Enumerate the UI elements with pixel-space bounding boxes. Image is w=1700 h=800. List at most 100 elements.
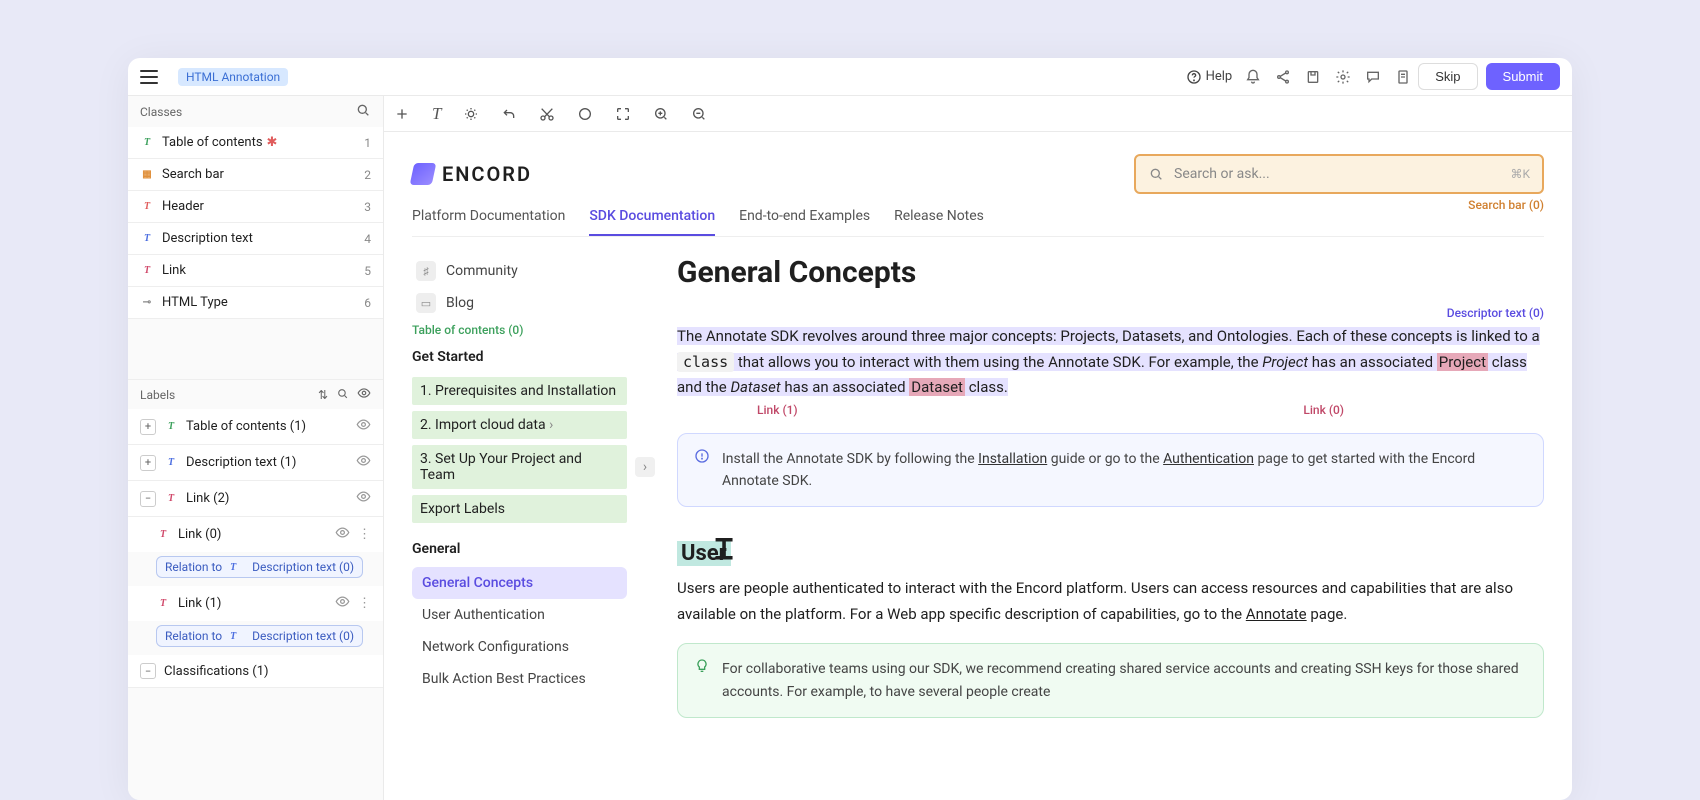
relation-chip[interactable]: Relation to T Description text (0) [156, 556, 363, 578]
logo-mark-icon [410, 163, 437, 185]
eye-icon[interactable] [335, 525, 350, 544]
zoom-in-icon[interactable] [653, 106, 669, 122]
app-window: HTML Annotation Help Skip Submit Classes… [128, 58, 1572, 800]
eye-icon[interactable] [357, 386, 371, 403]
annotation-label-toc: Table of contents (0) [412, 323, 627, 337]
toc-item[interactable]: 2. Import cloud data › [412, 411, 627, 439]
label-sub-item[interactable]: TLink (0)⋮ [128, 517, 383, 552]
gear-icon[interactable] [1328, 62, 1358, 92]
expand-button[interactable]: + [140, 419, 156, 435]
search-icon [1148, 166, 1164, 182]
label-item[interactable]: +TDescription text (1) [128, 445, 383, 481]
nav-general-item[interactable]: General Concepts [412, 567, 627, 599]
add-icon[interactable] [394, 106, 410, 122]
doc-tab[interactable]: End-to-end Examples [739, 208, 870, 236]
doc-content: General Concepts Descriptor text (0) The… [677, 255, 1544, 734]
expand-icon[interactable] [615, 106, 631, 122]
search-icon[interactable] [355, 102, 371, 121]
doc-nav: ♯Community ▭Blog Table of contents (0) G… [412, 255, 627, 734]
label-item[interactable]: +TTable of contents (1) [128, 409, 383, 445]
eye-icon[interactable] [356, 453, 371, 472]
eye-icon[interactable] [356, 489, 371, 508]
project-badge: HTML Annotation [178, 68, 288, 86]
document-view: ENCORD Search or ask... ⌘K Search bar (0… [384, 132, 1572, 800]
nav-general-item[interactable]: Bulk Action Best Practices [412, 663, 627, 695]
blog-icon: ▭ [416, 293, 436, 313]
annotation-label-link0: Link (0) [1303, 403, 1344, 417]
editor-toolbar: T [384, 96, 1572, 132]
toc-item[interactable]: Export Labels [412, 495, 627, 523]
expand-button[interactable]: − [140, 663, 156, 679]
label-type-icon: T [156, 528, 170, 542]
doc-tab[interactable]: Platform Documentation [412, 208, 565, 236]
link-installation[interactable]: Installation [978, 451, 1047, 467]
label-item[interactable]: −TLink (2) [128, 481, 383, 517]
nav-blog[interactable]: ▭Blog [412, 287, 627, 319]
label-type-icon: T [164, 420, 178, 434]
tip-icon [694, 658, 710, 674]
chat-icon[interactable] [1358, 62, 1388, 92]
more-icon[interactable]: ⋮ [358, 527, 371, 542]
users-paragraph: Users are people authenticated to intera… [677, 576, 1544, 627]
doc-tab[interactable]: SDK Documentation [589, 208, 715, 236]
class-item[interactable]: TDescription text4 [128, 223, 383, 255]
logo: ENCORD [412, 162, 532, 186]
doc-tab[interactable]: Release Notes [894, 208, 984, 236]
toc-item[interactable]: 3. Set Up Your Project and Team› [412, 445, 627, 489]
skip-button[interactable]: Skip [1418, 63, 1477, 90]
class-type-icon: T [140, 136, 154, 150]
main: Classes TTable of contents✱1▦Search bar2… [128, 96, 1572, 800]
label-sub-item[interactable]: TLink (1)⋮ [128, 586, 383, 621]
expand-button[interactable]: + [140, 455, 156, 471]
classes-header: Classes [128, 96, 383, 127]
nav-general-item[interactable]: Network Configurations [412, 631, 627, 663]
annotation-label-link1: Link (1) [757, 403, 798, 417]
undo-icon[interactable] [501, 106, 517, 122]
class-item[interactable]: TTable of contents✱1 [128, 127, 383, 159]
menu-icon[interactable] [140, 70, 158, 84]
eye-icon[interactable] [335, 594, 350, 613]
class-item[interactable]: ⊸HTML Type6 [128, 287, 383, 319]
text-icon[interactable]: T [432, 104, 441, 124]
nav-community[interactable]: ♯Community [412, 255, 627, 287]
class-item[interactable]: THeader3 [128, 191, 383, 223]
comment-icon[interactable] [577, 106, 593, 122]
class-item[interactable]: TLink5 [128, 255, 383, 287]
info-callout: Install the Annotate SDK by following th… [677, 433, 1544, 508]
link-project[interactable]: Project [1437, 353, 1488, 371]
doc-icon[interactable] [1388, 62, 1418, 92]
expand-button[interactable]: − [140, 491, 156, 507]
class-type-icon: T [140, 264, 154, 278]
nav-general-item[interactable]: User Authentication [412, 599, 627, 631]
search-icon[interactable] [336, 387, 349, 403]
labels-header: Labels ⇅ [128, 379, 383, 409]
label-item[interactable]: −Classifications (1) [128, 655, 383, 688]
zoom-out-icon[interactable] [691, 106, 707, 122]
toc-item[interactable]: 1. Prerequisites and Installation [412, 377, 627, 405]
page-title: General Concepts [677, 255, 1544, 290]
link-annotate[interactable]: Annotate [1246, 605, 1307, 623]
intro-paragraph: The Annotate SDK revolves around three m… [677, 324, 1544, 401]
submit-button[interactable]: Submit [1486, 63, 1560, 90]
help-button[interactable]: Help [1186, 69, 1233, 85]
more-icon[interactable]: ⋮ [358, 596, 371, 611]
topbar: HTML Annotation Help Skip Submit [128, 58, 1572, 96]
link-authentication[interactable]: Authentication [1163, 451, 1254, 467]
chevron-right-icon[interactable]: › [635, 457, 655, 477]
label-type-icon: T [156, 597, 170, 611]
toc-get-started[interactable]: Get Started [412, 343, 627, 371]
help-icon [1186, 69, 1202, 85]
brightness-icon[interactable] [463, 106, 479, 122]
share-icon[interactable] [1268, 62, 1298, 92]
bell-icon[interactable] [1238, 62, 1268, 92]
sidebar: Classes TTable of contents✱1▦Search bar2… [128, 96, 384, 800]
eye-icon[interactable] [356, 417, 371, 436]
sort-icon[interactable]: ⇅ [318, 388, 328, 402]
save-icon[interactable] [1298, 62, 1328, 92]
relation-chip[interactable]: Relation to T Description text (0) [156, 625, 363, 647]
annotation-label-descriptor: Descriptor text (0) [677, 306, 1544, 320]
class-item[interactable]: ▦Search bar2 [128, 159, 383, 191]
link-dataset[interactable]: Dataset [909, 378, 965, 396]
search-input[interactable]: Search or ask... ⌘K [1134, 154, 1544, 194]
cut-icon[interactable] [539, 106, 555, 122]
